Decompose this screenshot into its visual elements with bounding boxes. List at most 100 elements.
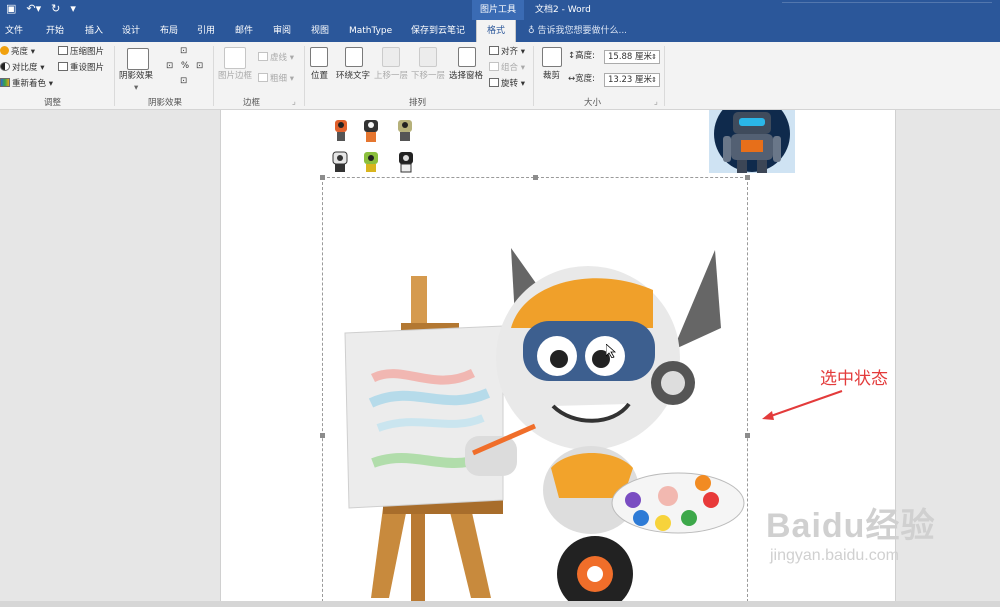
selection-pane-button[interactable]: 选择窗格 xyxy=(449,70,483,82)
robot-thumbnails-image[interactable] xyxy=(326,112,426,178)
brightness-button[interactable]: 亮度 ▾ xyxy=(0,46,35,58)
dashes-icon xyxy=(258,52,268,61)
word-window: ▣ ↶▾ ↻ ▾ 图片工具 文档2 - Word 文件 开始 插入 设计 布局 … xyxy=(0,0,1000,607)
tab-view[interactable]: 视图 xyxy=(311,20,329,42)
picture-tools-label: 图片工具 xyxy=(472,0,524,20)
dashes-button[interactable]: 虚线 ▾ xyxy=(258,52,294,64)
robot-thumbnail xyxy=(332,151,348,172)
document-title: 文档2 - Word xyxy=(535,5,591,15)
shadow-effects-button[interactable]: 阴影效果 xyxy=(119,70,153,82)
wrap-text-label: 环绕文字 xyxy=(336,71,371,81)
shadow-dropdown-icon[interactable]: ▾ xyxy=(134,82,138,94)
border-launcher-icon[interactable]: ⌟ xyxy=(292,96,296,108)
compress-pictures-button[interactable]: 压缩图片 xyxy=(58,46,104,58)
robot-thumbnail xyxy=(364,152,378,172)
paint-palette xyxy=(611,472,745,534)
tab-design[interactable]: 设计 xyxy=(122,20,140,42)
height-input[interactable]: 15.88 厘米 ⇕ xyxy=(604,50,660,64)
send-backward-label: 下移一层 xyxy=(411,71,446,81)
tab-mathtype[interactable]: MathType xyxy=(349,20,392,42)
brightness-icon xyxy=(0,46,9,55)
weight-button[interactable]: 粗细 ▾ xyxy=(258,73,294,85)
crop-button[interactable]: 裁剪 xyxy=(543,70,560,82)
bring-forward-label: 上移一层 xyxy=(374,71,409,81)
width-input[interactable]: 13.23 厘米 ⇕ xyxy=(604,73,660,87)
weight-label: 粗细 xyxy=(270,74,288,84)
robot-thumbnail xyxy=(335,120,347,141)
picture-border-icon[interactable] xyxy=(224,47,246,69)
recolor-button[interactable]: 重新着色 ▾ xyxy=(0,78,53,90)
watermark-brand: Baidu经验 xyxy=(766,507,936,545)
save-icon[interactable]: ▣ xyxy=(6,2,16,16)
reset-picture-button[interactable]: 重设图片 xyxy=(58,62,104,74)
reset-label: 重设图片 xyxy=(70,63,105,73)
group-separator xyxy=(114,46,115,106)
annotation-arrow-icon xyxy=(762,390,843,420)
quick-access-toolbar: ▣ ↶▾ ↻ ▾ xyxy=(6,2,76,16)
mouse-cursor xyxy=(606,344,616,358)
tab-layout[interactable]: 布局 xyxy=(160,20,178,42)
rotate-button[interactable]: 旋转 ▾ xyxy=(489,78,525,90)
robot-thumbnail xyxy=(364,120,378,142)
customize-qat-icon[interactable]: ▾ xyxy=(70,2,76,16)
position-button[interactable]: 位置 xyxy=(311,70,328,82)
picture-border-label: 图片边框 xyxy=(218,71,253,81)
tab-insert[interactable]: 插入 xyxy=(85,20,103,42)
tab-review[interactable]: 审阅 xyxy=(273,20,291,42)
tab-references[interactable]: 引用 xyxy=(197,20,215,42)
watermark: Baidu经验 jingyan.baidu.com xyxy=(766,498,935,565)
robot-picture-thumbnail[interactable] xyxy=(709,110,795,173)
tab-save-to-cloud-notes[interactable]: 保存到云笔记 xyxy=(411,20,465,42)
redo-icon[interactable]: ↻ xyxy=(51,2,60,16)
picture-border-button[interactable]: 图片边框 xyxy=(218,70,252,82)
height-spinner-icon[interactable]: ⇕ xyxy=(651,51,657,63)
group-label-size: 大小 xyxy=(584,98,602,108)
position-icon[interactable] xyxy=(310,47,328,67)
contrast-button[interactable]: 对比度 ▾ xyxy=(0,62,44,74)
width-spinner-icon[interactable]: ⇕ xyxy=(651,74,657,86)
nudge-up-icon[interactable]: ⊡ xyxy=(180,45,187,57)
rotate-icon xyxy=(489,78,499,87)
send-backward-icon[interactable] xyxy=(419,47,437,67)
selection-pane-icon[interactable] xyxy=(458,47,476,67)
contrast-icon xyxy=(0,62,10,71)
shadow-toggle-icon[interactable]: % xyxy=(181,60,189,72)
group-objects-icon xyxy=(489,62,499,71)
align-button[interactable]: 对齐 ▾ xyxy=(489,46,525,58)
ribbon-format: 亮度 ▾ 对比度 ▾ 重新着色 ▾ 压缩图片 重设图片 调整 阴影效果 ▾ ⊡ … xyxy=(0,42,1000,110)
bring-forward-button[interactable]: 上移一层 xyxy=(374,70,408,82)
align-icon xyxy=(489,46,499,55)
wrap-text-icon[interactable] xyxy=(345,47,363,67)
ribbon-tabs: 文件 开始 插入 设计 布局 引用 邮件 审阅 视图 MathType 保存到云… xyxy=(0,20,1000,42)
nudge-down-icon[interactable]: ⊡ xyxy=(180,75,187,87)
watermark-url: jingyan.baidu.com xyxy=(770,547,899,564)
group-label-border: 边框 xyxy=(243,98,261,108)
selection-pane-label: 选择窗格 xyxy=(449,71,484,81)
size-launcher-icon[interactable]: ⌟ xyxy=(654,96,658,108)
group-label-adjust: 调整 xyxy=(44,98,62,108)
group-objects-button[interactable]: 组合 ▾ xyxy=(489,62,525,74)
undo-icon[interactable]: ↶▾ xyxy=(26,2,41,16)
tab-format[interactable]: 格式 xyxy=(476,20,517,42)
group-separator xyxy=(304,46,305,106)
painting-robot-image xyxy=(344,248,745,607)
group-separator xyxy=(664,46,665,106)
nudge-right-icon[interactable]: ⊡ xyxy=(196,60,203,72)
bring-forward-icon[interactable] xyxy=(382,47,400,67)
recolor-icon xyxy=(0,78,10,87)
nudge-left-icon[interactable]: ⊡ xyxy=(166,60,173,72)
height-label-text: 高度: xyxy=(575,51,595,61)
tab-home[interactable]: 开始 xyxy=(46,20,64,42)
tell-me-box[interactable]: ♁ 告诉我您想要做什么... xyxy=(528,20,627,42)
group-separator xyxy=(533,46,534,106)
send-backward-button[interactable]: 下移一层 xyxy=(411,70,445,82)
selected-picture[interactable] xyxy=(320,175,750,607)
shadow-effects-icon[interactable] xyxy=(127,48,149,70)
width-value: 13.23 厘米 xyxy=(608,75,653,85)
title-bar: ▣ ↶▾ ↻ ▾ 图片工具 文档2 - Word xyxy=(0,0,1000,20)
crop-icon[interactable] xyxy=(542,47,562,67)
crop-label: 裁剪 xyxy=(543,71,561,81)
tab-file[interactable]: 文件 xyxy=(5,20,23,42)
tab-mailings[interactable]: 邮件 xyxy=(235,20,253,42)
wrap-text-button[interactable]: 环绕文字 xyxy=(336,70,370,82)
